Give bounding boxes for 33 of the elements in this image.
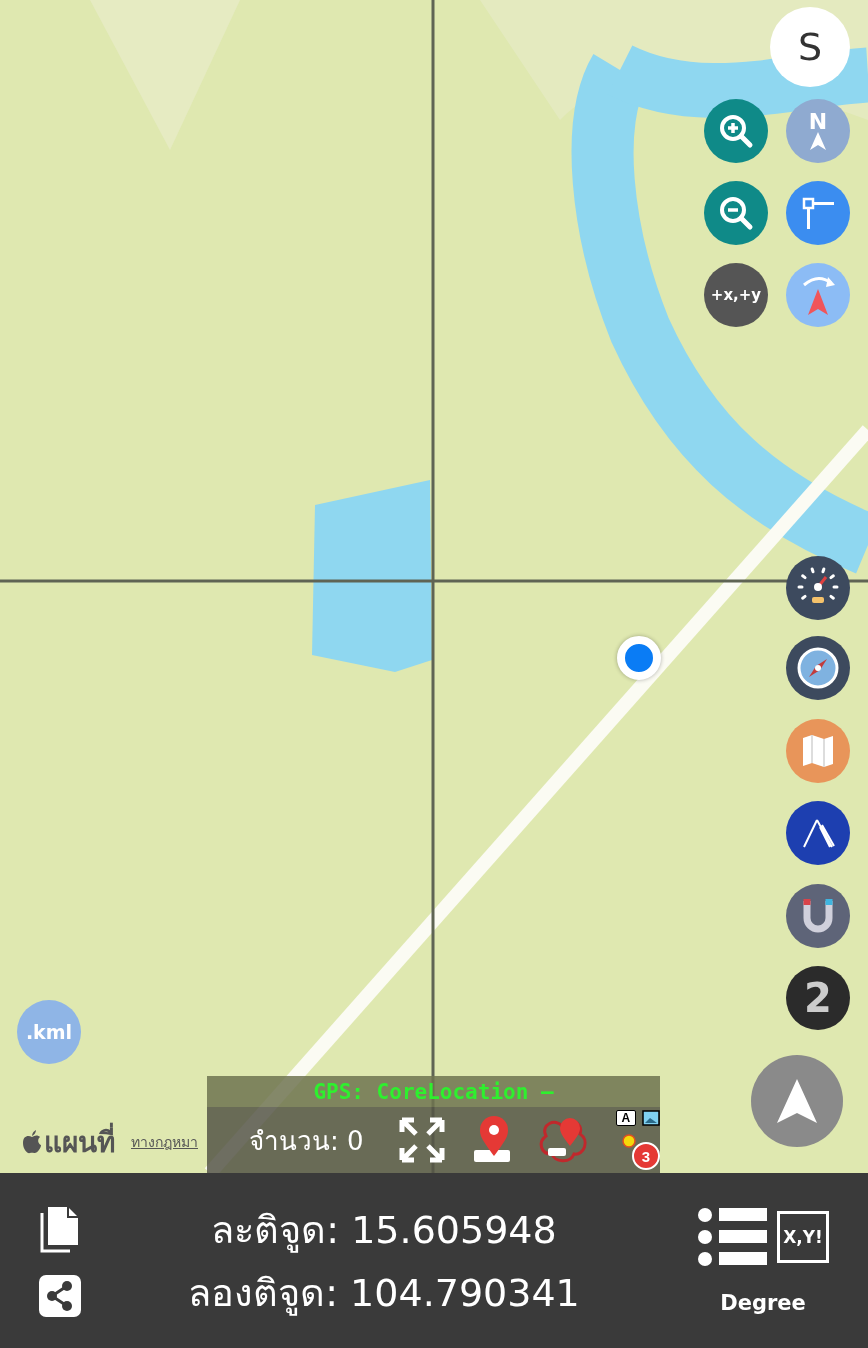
xy-button[interactable]: X,Y!	[777, 1210, 829, 1263]
sun-dot-icon	[621, 1134, 636, 1148]
count-label: จำนวน: 0	[249, 1124, 364, 1158]
gps-status: GPS: CoreLocation –	[207, 1076, 660, 1107]
layer-letter: A	[615, 1110, 637, 1126]
signpost-icon	[801, 196, 835, 230]
copy-icon	[40, 1204, 80, 1253]
expand-arrows-icon	[397, 1116, 446, 1164]
zoom-out-icon	[718, 195, 754, 231]
navigation-arrow-icon	[775, 1077, 819, 1125]
list-button[interactable]	[697, 1206, 769, 1267]
pin-button[interactable]	[471, 1116, 512, 1164]
image-icon	[642, 1110, 660, 1126]
share-button[interactable]	[39, 1274, 81, 1317]
map-pin-icon	[471, 1116, 512, 1164]
pin-cluster-button[interactable]	[537, 1116, 590, 1164]
share-icon	[39, 1274, 81, 1317]
zoom-in-icon	[718, 113, 754, 149]
arrow-icon	[809, 132, 827, 150]
pin-cluster-icon	[537, 1116, 590, 1164]
unit-label: Degree	[720, 1290, 806, 1315]
count-badge: 3	[632, 1142, 660, 1170]
logo-text: แผนที่	[44, 1120, 115, 1164]
latitude-text: ละติจูด: 15.605948	[211, 1206, 557, 1255]
list-icon	[697, 1206, 769, 1267]
layers-button[interactable]: A 3	[615, 1110, 660, 1170]
magnet-icon	[802, 898, 834, 934]
longitude-text: ลองติจูด: 104.790341	[188, 1269, 580, 1318]
compass-icon	[795, 645, 841, 691]
logo-icon	[22, 1130, 42, 1154]
fullscreen-button[interactable]	[397, 1116, 446, 1164]
copy-button[interactable]	[40, 1204, 80, 1253]
legal-link[interactable]: ทางกฎหมา	[131, 1131, 198, 1153]
